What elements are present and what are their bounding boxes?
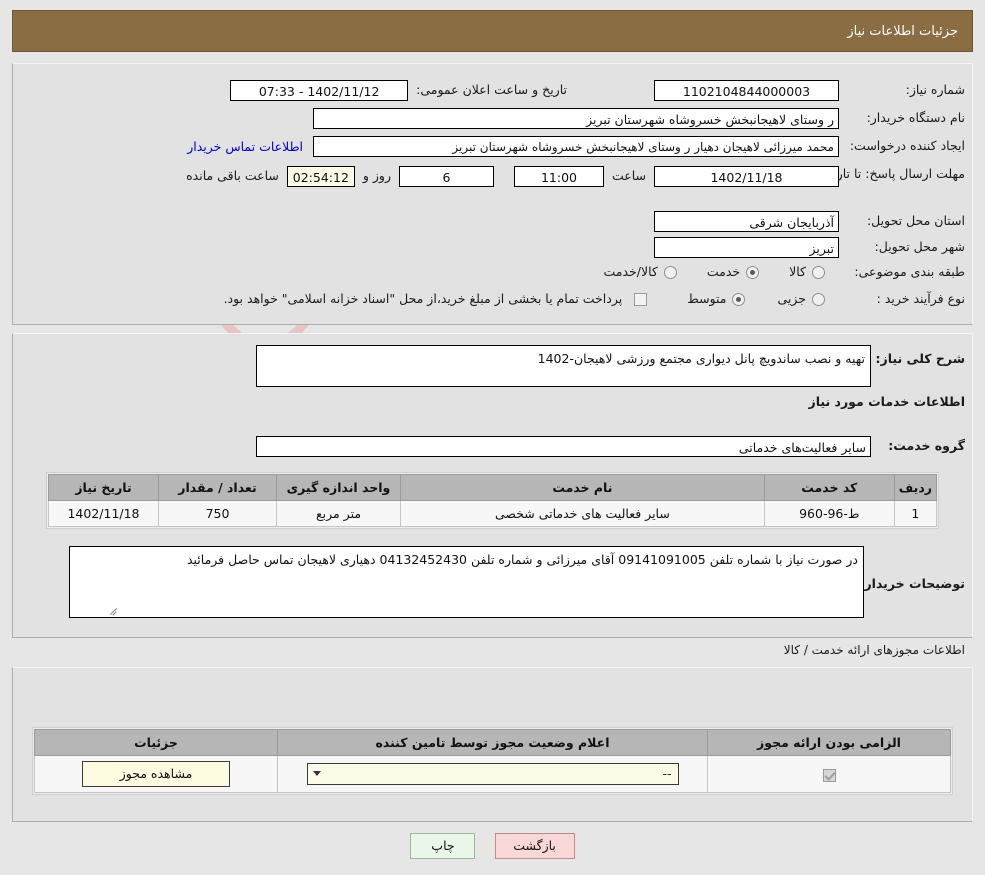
col-date: تاریخ نیاز <box>48 474 159 501</box>
announce-value: 1402/11/12 - 07:33 <box>230 80 409 101</box>
table-row: -- مشاهده مجوز <box>34 755 951 793</box>
col-license-details: جزئیات <box>34 729 278 756</box>
buyer-contact-link[interactable]: اطلاعات تماس خریدار <box>187 139 303 154</box>
need-info-panel <box>12 63 973 325</box>
remaining-days-value: 6 <box>398 166 494 187</box>
page-title: جزئیات اطلاعات نیاز <box>847 23 958 39</box>
print-button[interactable]: چاپ <box>410 833 476 859</box>
col-qty: تعداد / مقدار <box>158 474 277 501</box>
buyer-notes-textarea[interactable]: در صورت نیاز با شماره تلفن 09141091005 آ… <box>69 546 864 618</box>
city-value: تبریز <box>654 237 839 258</box>
city-row: شهر محل تحویل: تبریز <box>654 237 965 258</box>
footer-buttons: بازگشت چاپ <box>0 833 985 859</box>
col-license-required: الزامی بودن ارائه مجوز <box>707 729 951 756</box>
col-code: کد خدمت <box>763 474 895 501</box>
licenses-section-title: اطلاعات مجوزهای ارائه خدمت / کالا <box>783 643 965 657</box>
cell-name: سایر فعالیت های خدماتی شخصی <box>400 500 765 527</box>
category-option-kala-khedmat[interactable]: کالا/خدمت <box>603 264 677 281</box>
deadline-row: مهلت ارسال پاسخ: تا تاریخ: 1402/11/18 سا… <box>186 166 965 187</box>
province-label: استان محل تحویل: <box>866 213 965 229</box>
category-option-khedmat[interactable]: خدمت <box>706 264 760 281</box>
back-button[interactable]: بازگشت <box>494 833 575 859</box>
category-option-khedmat-label: خدمت <box>706 264 741 279</box>
creator-label: ایجاد کننده درخواست: <box>849 138 965 154</box>
col-name: نام خدمت <box>400 474 765 501</box>
cell-license-required <box>707 755 951 793</box>
deadline-label: مهلت ارسال پاسخ: تا تاریخ: <box>820 166 965 181</box>
buyer-org-label: نام دستگاه خریدار: <box>866 110 965 126</box>
announce-label: تاریخ و ساعت اعلان عمومی: <box>416 82 567 98</box>
need-number-row: شماره نیاز: 1102104844000003 <box>654 80 965 101</box>
view-license-button[interactable]: مشاهده مجوز <box>82 761 230 787</box>
process-option-jozi-label: جزیی <box>777 291 806 306</box>
description-textarea[interactable]: تهیه و نصب ساندویچ پانل دیواری مجتمع ورز… <box>256 345 871 387</box>
licenses-table-header-row: الزامی بودن ارائه مجوز اعلام وضعیت مجوز … <box>34 729 951 756</box>
treasury-checkbox-group[interactable]: پرداخت تمام یا بخشی از مبلغ خرید،از محل … <box>224 291 648 308</box>
cell-qty: 750 <box>158 500 277 527</box>
announce-row: تاریخ و ساعت اعلان عمومی: 1402/11/12 - 0… <box>230 80 567 101</box>
license-status-select[interactable]: -- <box>306 763 679 785</box>
creator-row: ایجاد کننده درخواست: محمد میرزائی لاهیجا… <box>187 136 965 157</box>
description-label: شرح کلی نیاز: <box>875 351 965 366</box>
province-row: استان محل تحویل: آذربایجان شرقی <box>654 211 965 232</box>
table-row: 1 ط-96-960 سایر فعالیت های خدماتی شخصی م… <box>48 500 938 527</box>
services-table-header-row: ردیف کد خدمت نام خدمت واحد اندازه گیری ت… <box>48 474 938 501</box>
license-status-value: -- <box>662 766 672 781</box>
need-number-label: شماره نیاز: <box>905 82 965 98</box>
service-group-label: گروه خدمت: <box>888 438 965 454</box>
process-option-motavaset[interactable]: متوسط <box>687 291 746 308</box>
radio-jozi-icon[interactable] <box>812 292 825 306</box>
services-heading: اطلاعات خدمات مورد نیاز <box>808 394 966 409</box>
buyer-notes-label: توضیحات خریدار: <box>859 576 965 591</box>
deadline-hour-label: ساعت <box>611 168 646 183</box>
page-root: AriaTender.net جزئیات اطلاعات نیاز شماره… <box>0 0 985 875</box>
process-option-jozi[interactable]: جزیی <box>777 291 825 308</box>
service-group-value: سایر فعالیت‌های خدماتی <box>256 436 871 457</box>
page-title-bar: جزئیات اطلاعات نیاز <box>12 10 973 52</box>
need-number-value: 1102104844000003 <box>654 80 839 101</box>
services-table: ردیف کد خدمت نام خدمت واحد اندازه گیری ت… <box>48 474 938 527</box>
category-row: طبقه بندی موضوعی: کالا خدمت کالا/خدمت <box>603 264 965 281</box>
cell-license-status: -- <box>277 755 708 793</box>
licenses-table-wrap: الزامی بودن ارائه مجوز اعلام وضعیت مجوز … <box>32 727 953 795</box>
col-license-status: اعلام وضعیت مجوز توسط تامین کننده <box>277 729 708 756</box>
province-value: آذربایجان شرقی <box>654 211 839 232</box>
category-option-kala[interactable]: کالا <box>789 264 825 281</box>
deadline-date-value: 1402/11/18 <box>654 166 839 187</box>
cell-date: 1402/11/18 <box>48 500 159 527</box>
col-unit: واحد اندازه گیری <box>276 474 401 501</box>
col-index: ردیف <box>893 474 938 501</box>
creator-value: محمد میرزائی لاهیجان دهیار ر وستای لاهیج… <box>313 136 839 157</box>
remaining-days-suffix: روز و <box>362 168 391 183</box>
cell-code: ط-96-960 <box>763 500 895 527</box>
radio-kala-khedmat-icon[interactable] <box>663 265 677 279</box>
deadline-hour-value: 11:00 <box>513 166 604 187</box>
description-row: شرح کلی نیاز: تهیه و نصب ساندویچ پانل دی… <box>256 345 965 387</box>
process-label: نوع فرآیند خرید : <box>876 291 965 306</box>
radio-motavaset-icon[interactable] <box>732 292 746 306</box>
process-row: نوع فرآیند خرید : جزیی متوسط پرداخت تمام… <box>224 291 965 308</box>
process-option-motavaset-label: متوسط <box>687 291 727 306</box>
licenses-table: الزامی بودن ارائه مجوز اعلام وضعیت مجوز … <box>34 729 951 793</box>
radio-khedmat-icon[interactable] <box>746 265 760 279</box>
buyer-notes-row: توضیحات خریدار: در صورت نیاز با شماره تل… <box>69 546 965 618</box>
city-label: شهر محل تحویل: <box>874 239 965 255</box>
remaining-time-value: 02:54:12 <box>286 166 355 187</box>
cell-unit: متر مربع <box>276 500 401 527</box>
license-required-checkbox-icon <box>822 768 836 782</box>
services-table-wrap: ردیف کد خدمت نام خدمت واحد اندازه گیری ت… <box>46 472 939 529</box>
radio-kala-icon[interactable] <box>812 265 825 279</box>
cell-license-details: مشاهده مجوز <box>34 755 278 793</box>
category-option-kala-label: کالا <box>789 264 806 279</box>
chevron-down-icon <box>312 771 321 776</box>
cell-index: 1 <box>893 500 938 527</box>
remaining-time-suffix: ساعت باقی مانده <box>186 168 279 183</box>
buyer-org-row: نام دستگاه خریدار: ر وستای لاهیجانبخش خس… <box>313 108 965 129</box>
buyer-org-value: ر وستای لاهیجانبخش خسروشاه شهرستان تبریز <box>313 108 839 129</box>
category-label: طبقه بندی موضوعی: <box>854 264 965 279</box>
category-option-kala-khedmat-label: کالا/خدمت <box>603 264 658 279</box>
treasury-checkbox-icon[interactable] <box>634 292 648 306</box>
service-group-row: گروه خدمت: سایر فعالیت‌های خدماتی <box>256 436 965 457</box>
treasury-note-label: پرداخت تمام یا بخشی از مبلغ خرید،از محل … <box>223 291 623 306</box>
